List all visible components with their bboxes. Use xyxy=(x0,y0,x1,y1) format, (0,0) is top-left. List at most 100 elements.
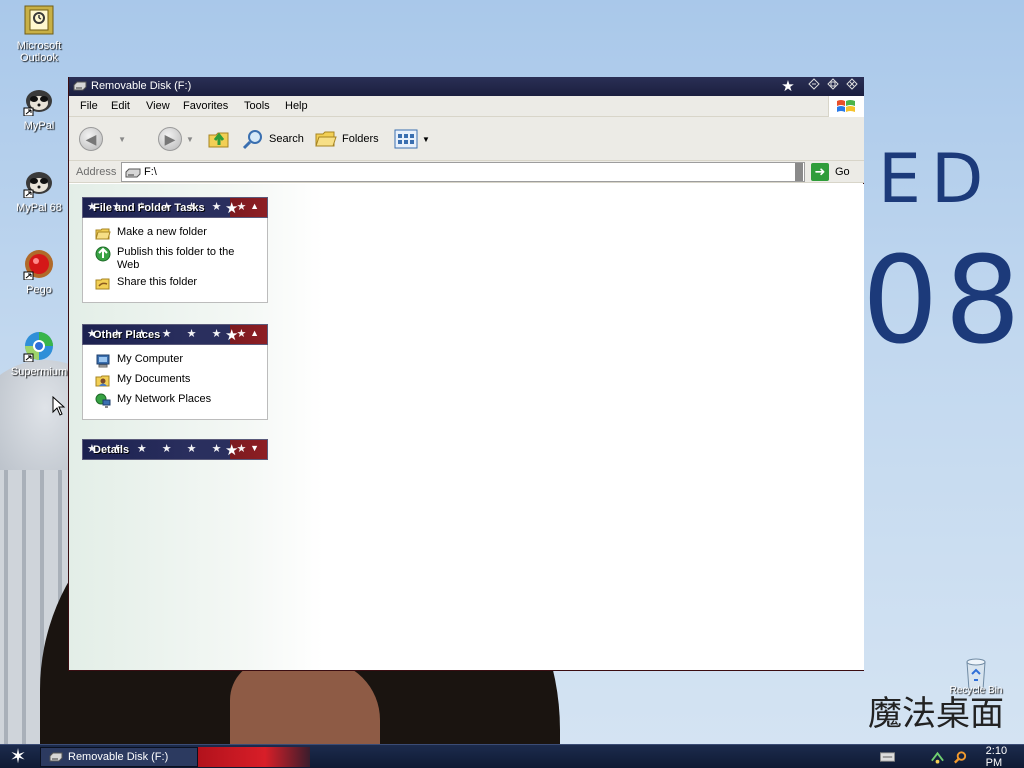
search-label: Search xyxy=(269,133,304,145)
star-icon: ★ xyxy=(781,78,795,95)
taskbar-button-removable-disk[interactable]: Removable Disk (F:) xyxy=(40,747,198,767)
explorer-window: Removable Disk (F:) ★ File Edit View Fav… xyxy=(68,77,864,671)
raccoon-icon xyxy=(23,172,52,198)
recycle-bin-label: Recycle Bin xyxy=(949,685,1003,696)
outlook-icon xyxy=(24,5,54,35)
wallpaper-text-bottom: 08 xyxy=(862,232,1024,371)
go-label: Go xyxy=(835,166,850,178)
views-icon xyxy=(394,129,418,149)
menu-favorites[interactable]: Favorites xyxy=(183,100,228,112)
standard-toolbar: ◀ ▼ ▶ ▼ Search Folders ▼ xyxy=(69,117,864,161)
place-my-network-places[interactable]: My Network Places xyxy=(95,393,267,409)
address-dropdown-button[interactable] xyxy=(795,163,803,181)
star-icon: ✶ xyxy=(9,746,27,768)
wallpaper-hands xyxy=(230,660,380,744)
menu-help[interactable]: Help xyxy=(285,100,308,112)
details-panel: ★ ★ ★ ★ ★ ★ ★ Details ★ ▼ xyxy=(82,439,268,460)
go-button[interactable]: ➜ Go xyxy=(811,163,850,181)
details-header[interactable]: ★ ★ ★ ★ ★ ★ ★ Details ★ ▼ xyxy=(82,439,268,460)
views-button[interactable]: ▼ xyxy=(394,125,430,153)
maximize-button[interactable] xyxy=(825,78,841,94)
window-title: Removable Disk (F:) xyxy=(91,80,192,92)
address-input[interactable]: F:\ xyxy=(121,162,805,182)
maximize-icon xyxy=(827,78,839,90)
minimize-icon xyxy=(808,78,820,90)
place-my-documents[interactable]: My Documents xyxy=(95,373,267,389)
expand-chevron-icon[interactable]: ▼ xyxy=(250,443,259,453)
desktop-icon-outlook[interactable]: Microsoft Outlook xyxy=(1,4,77,64)
collapse-chevron-icon[interactable]: ▲ xyxy=(250,201,259,211)
network-tray-icon[interactable] xyxy=(930,749,945,765)
supermium-icon xyxy=(23,332,53,362)
desktop-icon-label: Pego xyxy=(26,284,52,296)
close-button[interactable] xyxy=(844,78,860,94)
removable-drive-icon xyxy=(49,752,63,762)
address-label: Address xyxy=(76,166,117,178)
task-publish-to-web[interactable]: Publish this folder to the Web xyxy=(95,246,267,272)
back-button[interactable]: ◀ ▼ xyxy=(79,125,126,153)
address-value: F:\ xyxy=(144,166,157,178)
search-button[interactable]: Search xyxy=(241,125,304,153)
wallpaper-text-top: ED xyxy=(878,140,994,219)
forward-dropdown-icon: ▼ xyxy=(186,134,194,144)
mouse-cursor-icon xyxy=(52,396,66,416)
file-folder-tasks-panel: ★ ★ ★ ★ ★ ★ ★ File and Folder Tasks ★ ▲ … xyxy=(82,197,268,303)
folders-button[interactable]: Folders xyxy=(314,125,379,153)
desktop-icon-mypal-68[interactable]: MyPal 68 xyxy=(1,166,77,214)
forward-arrow-icon: ▶ xyxy=(158,127,182,151)
desktop-icon-label: MyPal 68 xyxy=(16,202,62,214)
my-documents-icon xyxy=(95,375,110,387)
desktop-icon-recycle-bin[interactable]: Recycle Bin xyxy=(944,656,1008,696)
taskbar-decoration xyxy=(198,747,310,767)
star-icon: ★ xyxy=(225,442,239,459)
share-folder-icon xyxy=(95,278,110,290)
menu-view[interactable]: View xyxy=(146,100,170,112)
star-icon: ★ xyxy=(225,327,239,344)
star-icon: ★ xyxy=(225,200,239,217)
place-my-computer[interactable]: My Computer xyxy=(95,353,267,369)
other-places-panel: ★ ★ ★ ★ ★ ★ ★ Other Places ★ ▲ My Comput… xyxy=(82,324,268,420)
window-titlebar[interactable]: Removable Disk (F:) ★ xyxy=(69,77,864,96)
up-folder-button[interactable] xyxy=(207,125,231,153)
menu-file[interactable]: File xyxy=(80,100,98,112)
windows-logo xyxy=(828,96,864,117)
raccoon-icon xyxy=(23,90,52,116)
folders-label: Folders xyxy=(342,133,379,145)
pego-icon xyxy=(23,250,53,280)
removable-drive-icon xyxy=(125,168,141,178)
folder-content-area[interactable]: ★ ★ ★ ★ ★ ★ ★ File and Folder Tasks ★ ▲ … xyxy=(69,184,864,670)
task-label: Make a new folder xyxy=(117,226,207,238)
folders-icon xyxy=(315,131,337,147)
windows-flag-icon xyxy=(837,100,855,112)
panel-title: Other Places xyxy=(93,329,161,341)
collapse-chevron-icon[interactable]: ▲ xyxy=(250,328,259,338)
menu-edit[interactable]: Edit xyxy=(111,100,130,112)
search-tray-icon[interactable] xyxy=(953,749,968,765)
minimize-button[interactable] xyxy=(806,78,822,94)
place-label: My Computer xyxy=(117,353,184,365)
close-icon xyxy=(846,78,858,90)
forward-button[interactable]: ▶ ▼ xyxy=(158,125,194,153)
place-label: My Network Places xyxy=(117,393,212,405)
back-dropdown-icon: ▼ xyxy=(118,134,126,144)
desktop-icon-pego[interactable]: Pego xyxy=(1,248,77,296)
panel-title: File and Folder Tasks xyxy=(93,202,205,214)
start-button[interactable]: ✶ xyxy=(4,746,32,768)
other-places-header[interactable]: ★ ★ ★ ★ ★ ★ ★ Other Places ★ ▲ xyxy=(82,324,268,345)
taskbar-button-label: Removable Disk (F:) xyxy=(68,751,169,763)
desktop-icon-mypal[interactable]: MyPal xyxy=(1,84,77,132)
keyboard-icon[interactable] xyxy=(880,752,895,762)
menu-tools[interactable]: Tools xyxy=(244,100,270,112)
task-label: Publish this folder to the Web xyxy=(117,246,235,271)
address-bar: Address F:\ ➜ Go xyxy=(69,161,864,183)
system-tray: 2:10 PM xyxy=(874,745,1024,768)
go-arrow-icon: ➜ xyxy=(811,163,829,181)
file-folder-tasks-header[interactable]: ★ ★ ★ ★ ★ ★ ★ File and Folder Tasks ★ ▲ xyxy=(82,197,268,218)
task-make-new-folder[interactable]: Make a new folder xyxy=(95,226,267,242)
removable-drive-icon xyxy=(73,81,87,91)
desktop-icon-supermium[interactable]: Supermium xyxy=(1,330,77,378)
clock[interactable]: 2:10 PM xyxy=(986,745,1024,768)
task-label: Share this folder xyxy=(117,276,198,288)
network-places-icon xyxy=(95,393,111,408)
task-share-folder[interactable]: Share this folder xyxy=(95,276,267,292)
